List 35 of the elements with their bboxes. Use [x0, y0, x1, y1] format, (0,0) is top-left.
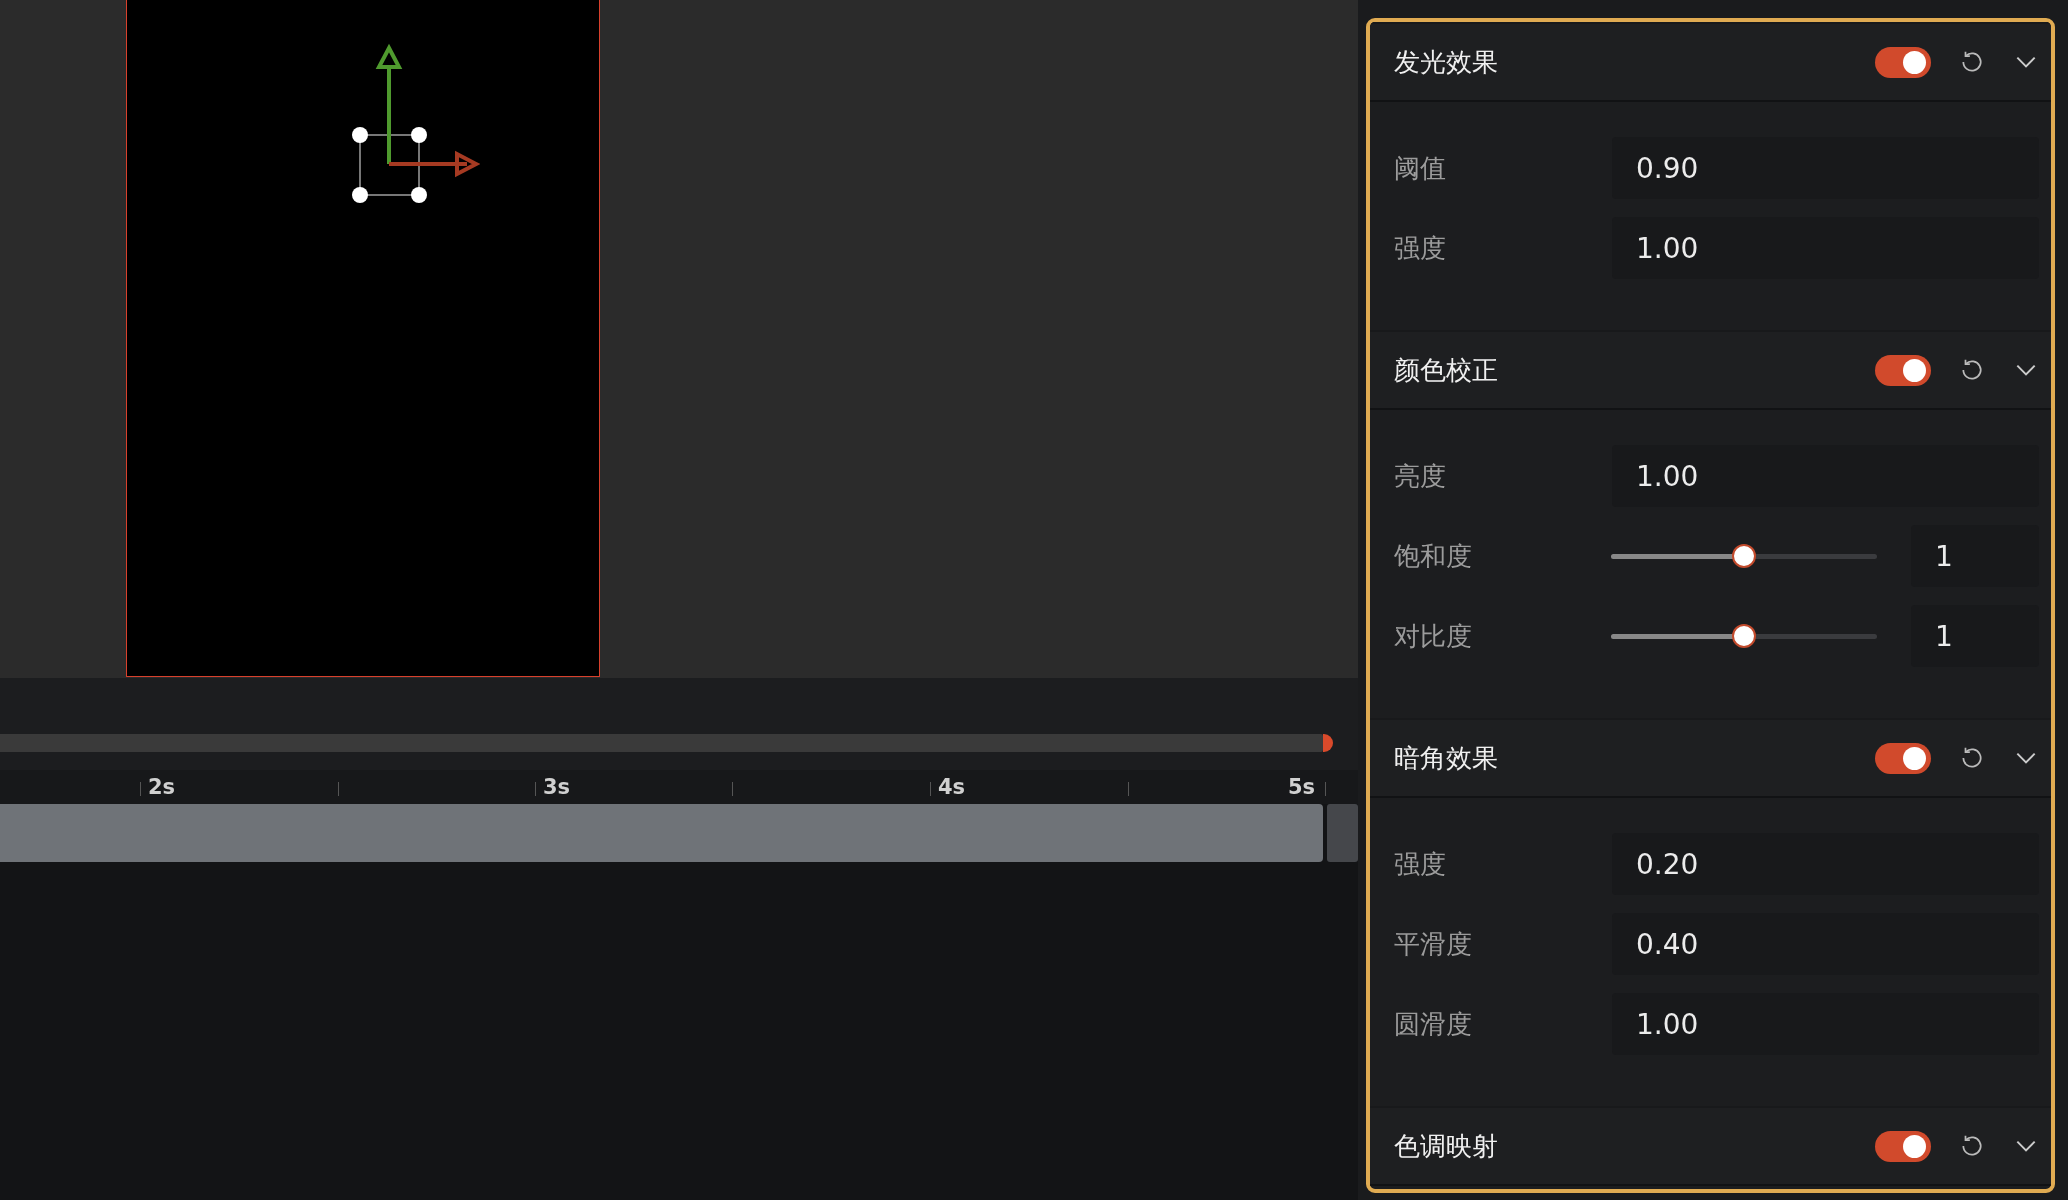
input-field[interactable]: 1.00 — [1612, 217, 2039, 279]
ruler-label: 2s — [148, 775, 176, 799]
field-label: 强度 — [1394, 231, 1447, 265]
timeline-clip[interactable] — [0, 804, 1323, 862]
slider-thumb[interactable] — [1731, 544, 1756, 568]
effect-title: 发光效果 — [1394, 45, 1499, 79]
field-label: 阈值 — [1394, 151, 1447, 185]
slider[interactable] — [1610, 544, 1877, 568]
playhead-handle[interactable] — [1323, 734, 1333, 752]
input-field[interactable]: 1.00 — [1612, 445, 2039, 507]
toggle-switch[interactable] — [1875, 354, 1931, 386]
slider[interactable] — [1610, 624, 1877, 648]
field-label: 圆滑度 — [1394, 1007, 1473, 1041]
ruler-label: 4s — [938, 775, 966, 799]
effect-title: 暗角效果 — [1394, 741, 1499, 775]
effect-title: 色调映射 — [1394, 1129, 1499, 1163]
timeline-clip[interactable] — [1327, 804, 1358, 862]
effect-title: 颜色校正 — [1394, 353, 1499, 387]
ruler-label: 5s — [1288, 775, 1316, 799]
input-field[interactable]: 1 — [1911, 525, 2039, 587]
field-label: 对比度 — [1394, 619, 1473, 653]
toggle-switch[interactable] — [1875, 46, 1931, 78]
input-field[interactable]: 0.90 — [1612, 137, 2039, 199]
input-field[interactable]: 1 — [1911, 605, 2039, 667]
field-label: 平滑度 — [1394, 927, 1473, 961]
slider-thumb[interactable] — [1731, 624, 1756, 648]
input-field[interactable]: 0.20 — [1612, 833, 2039, 895]
toggle-switch[interactable] — [1875, 742, 1931, 774]
field-label: 饱和度 — [1394, 539, 1473, 573]
toggle-switch[interactable] — [1875, 1130, 1931, 1162]
input-field[interactable]: 0.40 — [1612, 913, 2039, 975]
ruler-label: 3s — [543, 775, 571, 799]
field-label: 强度 — [1394, 847, 1447, 881]
input-field[interactable]: 1.00 — [1612, 993, 2039, 1055]
field-label: 亮度 — [1394, 459, 1447, 493]
